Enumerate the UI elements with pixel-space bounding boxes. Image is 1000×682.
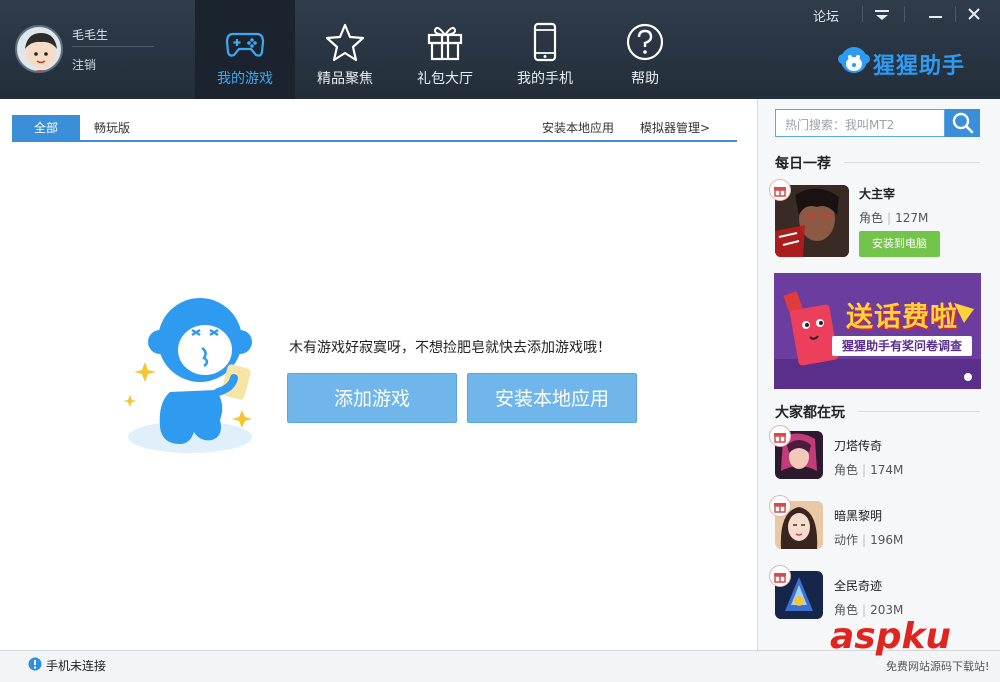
nav-featured[interactable]: 精品聚焦 (295, 0, 395, 99)
banner-title: 送话费啦 (846, 302, 958, 333)
divider (862, 6, 863, 22)
divider (844, 162, 980, 163)
nav-label: 礼包大厅 (417, 71, 473, 87)
emulator-manage-label[interactable]: 模拟器管理> (640, 121, 710, 135)
nav-my-games[interactable]: 我的游戏 (195, 0, 295, 99)
meta-separator: | (862, 463, 867, 477)
daily-app-meta: 角色 | 127M (859, 209, 928, 226)
minimize-icon (929, 16, 942, 18)
divider (904, 6, 905, 22)
tab-lite[interactable]: 畅玩版 (94, 115, 130, 142)
popular-app-name: 暗黑黎明 (834, 509, 883, 523)
app-category: 动作 (834, 533, 859, 547)
gift-badge (769, 495, 791, 517)
phone-icon (533, 22, 557, 62)
gift-badge (769, 425, 791, 447)
search-button[interactable] (945, 109, 980, 137)
emulator-manage-link: 模拟器管理> (640, 115, 710, 142)
brand-logo: 猩猩助手 (837, 44, 987, 80)
install-local-app-label[interactable]: 安装本地应用 (542, 121, 614, 135)
right-sidebar: 热门搜索：我叫MT2 每日一荐 大主宰 角色 | 127M 安装到电脑 送话费啦… (757, 99, 1000, 650)
app-category: 角色 (834, 603, 859, 617)
search-placeholder: 热门搜索：我叫MT2 (785, 118, 895, 132)
gamepad-icon (225, 32, 265, 57)
menu-dropdown-button[interactable] (866, 0, 898, 28)
app-size: 203M (870, 603, 904, 617)
gift-icon (774, 433, 786, 443)
nav-my-phone[interactable]: 我的手机 (495, 0, 595, 99)
watermark-sub: 免费网站源码下载站! (886, 660, 990, 673)
close-button[interactable] (958, 0, 990, 28)
nav-gift-hall[interactable]: 礼包大厅 (395, 0, 495, 99)
daily-recommend-title: 每日一荐 (775, 156, 831, 172)
top-bar: 毛毛生 注销 我的游戏 精品聚焦 礼包大厅 我的手机 帮助 论坛 猩猩助手 (0, 0, 1000, 99)
close-icon (968, 8, 980, 20)
nav-label: 我的游戏 (217, 71, 273, 87)
app-category: 角色 (834, 463, 859, 477)
watermark-logo: aspku 免费网站源码下载站! (830, 616, 998, 680)
phone-connection-status: 手机未连接 (46, 659, 107, 673)
install-to-pc-button[interactable]: 安装到电脑 (859, 231, 940, 257)
logout-link[interactable]: 注销 (72, 56, 96, 73)
add-game-button[interactable]: 添加游戏 (287, 373, 457, 423)
app-category: 角色 (859, 211, 884, 225)
game-tabs: 全部 畅玩版 安装本地应用 模拟器管理> (12, 115, 737, 142)
install-local-app-link: 安装本地应用 (542, 115, 614, 142)
meta-separator: | (862, 533, 867, 547)
brand-name: 猩猩助手 (873, 54, 966, 79)
carousel-dot[interactable] (964, 373, 972, 381)
app-size: 174M (870, 463, 904, 477)
user-divider (72, 46, 154, 47)
divider (858, 411, 980, 412)
nav-label: 帮助 (631, 71, 659, 87)
help-icon (626, 23, 664, 61)
gift-icon (774, 573, 786, 583)
popular-app-meta: 角色 | 174M (834, 461, 903, 478)
meta-separator: | (887, 211, 892, 225)
banner-subtitle: 猩猩助手有奖问卷调查 (832, 336, 972, 356)
popular-title: 大家都在玩 (775, 405, 845, 421)
meta-separator: | (862, 603, 867, 617)
gift-icon (774, 503, 786, 513)
chevron-down-icon (875, 10, 889, 20)
app-size: 196M (870, 533, 904, 547)
gift-badge (769, 565, 791, 587)
gift-icon (774, 187, 786, 197)
promo-banner[interactable]: 送话费啦 猩猩助手有奖问卷调查 (774, 273, 981, 389)
install-local-app-button[interactable]: 安装本地应用 (467, 373, 637, 423)
divider (955, 6, 956, 22)
popular-app-name: 刀塔传奇 (834, 439, 883, 453)
star-icon (325, 23, 365, 62)
nav-label: 我的手机 (517, 71, 573, 87)
user-avatar[interactable] (15, 25, 63, 73)
nav-help[interactable]: 帮助 (595, 0, 695, 99)
popular-app-name: 全民奇迹 (834, 579, 883, 593)
sad-monkey-mascot (120, 292, 270, 457)
tab-all[interactable]: 全部 (12, 115, 80, 142)
popular-app-meta: 动作 | 196M (834, 531, 903, 548)
daily-app-name: 大主宰 (859, 187, 896, 201)
app-size: 127M (895, 211, 929, 225)
search-input[interactable]: 热门搜索：我叫MT2 (775, 109, 945, 137)
nav-label: 精品聚焦 (317, 71, 373, 87)
forum-link[interactable]: 论坛 (813, 6, 839, 25)
gift-badge (769, 179, 791, 201)
gift-icon (427, 26, 463, 61)
empty-state-message: 木有游戏好寂寞呀，不想捡肥皂就快去添加游戏哦！ (289, 340, 611, 356)
warning-icon (28, 657, 42, 671)
monkey-logo-icon (838, 47, 870, 73)
user-name: 毛毛生 (72, 28, 109, 42)
search-icon (952, 112, 974, 134)
minimize-button[interactable] (920, 0, 952, 28)
watermark-main: aspku (830, 616, 952, 657)
